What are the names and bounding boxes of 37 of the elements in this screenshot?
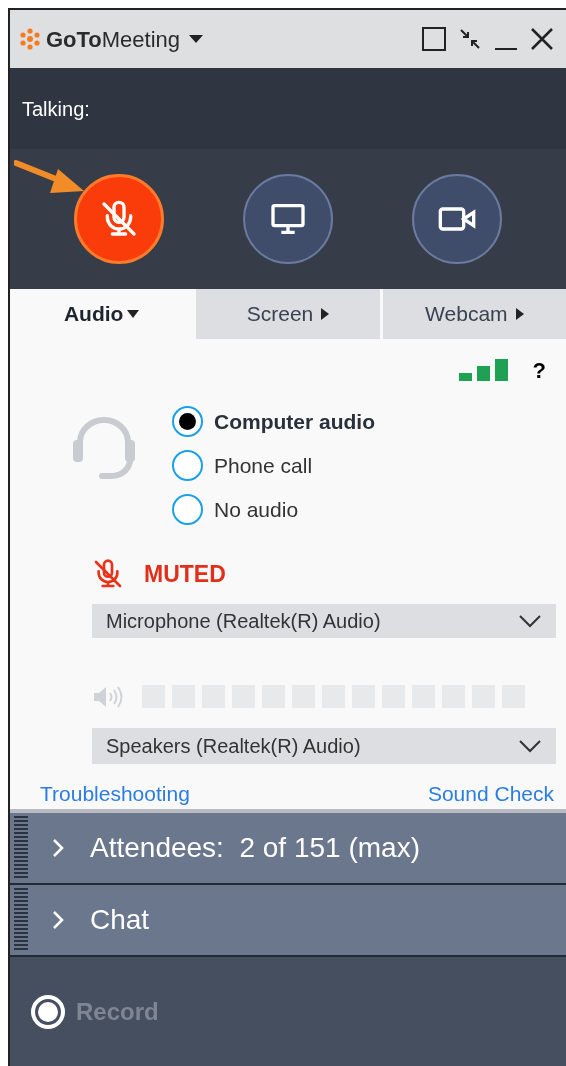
grip-icon: [14, 887, 28, 953]
caret-icon[interactable]: [188, 33, 205, 45]
play-arrow-icon: [515, 308, 524, 320]
radio-button[interactable]: [172, 406, 203, 437]
radio-option[interactable]: Computer audio: [172, 406, 375, 437]
collapsible-panel[interactable]: Chat: [10, 885, 566, 957]
tab[interactable]: Screen: [196, 289, 380, 339]
link[interactable]: Sound Check: [427, 777, 554, 809]
microphone-dropdown[interactable]: Microphone (Realtek(R) Audio): [92, 603, 556, 638]
help-icon[interactable]: ?: [532, 360, 546, 382]
radio-option[interactable]: Phone call: [172, 450, 375, 481]
chevron-right-icon: [50, 910, 66, 930]
close-icon[interactable]: [530, 27, 554, 51]
play-arrow-icon: [321, 308, 330, 320]
radio-button[interactable]: [172, 450, 203, 481]
chevron-down-icon: [518, 737, 542, 754]
maximize-icon[interactable]: [422, 27, 446, 51]
collapsible-panel[interactable]: Attendees: 2 of 151 (max): [10, 813, 566, 885]
panel-title: Chat: [90, 903, 150, 937]
chevron-right-icon: [50, 838, 66, 858]
signal-strength-icon: [458, 359, 509, 382]
link[interactable]: Troubleshooting: [40, 777, 190, 809]
compact-view-icon[interactable]: [458, 27, 482, 51]
panel-title: Attendees: 2 of 151 (max): [90, 831, 420, 865]
mute-status: MUTED: [144, 560, 226, 589]
caret-icon: [127, 310, 140, 318]
speakers-dropdown[interactable]: Speakers (Realtek(R) Audio): [92, 727, 556, 764]
grip-icon: [14, 815, 28, 881]
talking-label: Talking:: [22, 96, 90, 122]
radio-option[interactable]: No audio: [172, 494, 375, 525]
logo-icon: [18, 27, 42, 51]
app-title: GoToMeeting: [46, 25, 181, 54]
record-icon: [30, 993, 66, 1030]
radio-button[interactable]: [172, 494, 203, 525]
tab[interactable]: Webcam: [382, 289, 566, 339]
chevron-down-icon: [518, 612, 542, 629]
pointer-arrow: [14, 159, 86, 195]
